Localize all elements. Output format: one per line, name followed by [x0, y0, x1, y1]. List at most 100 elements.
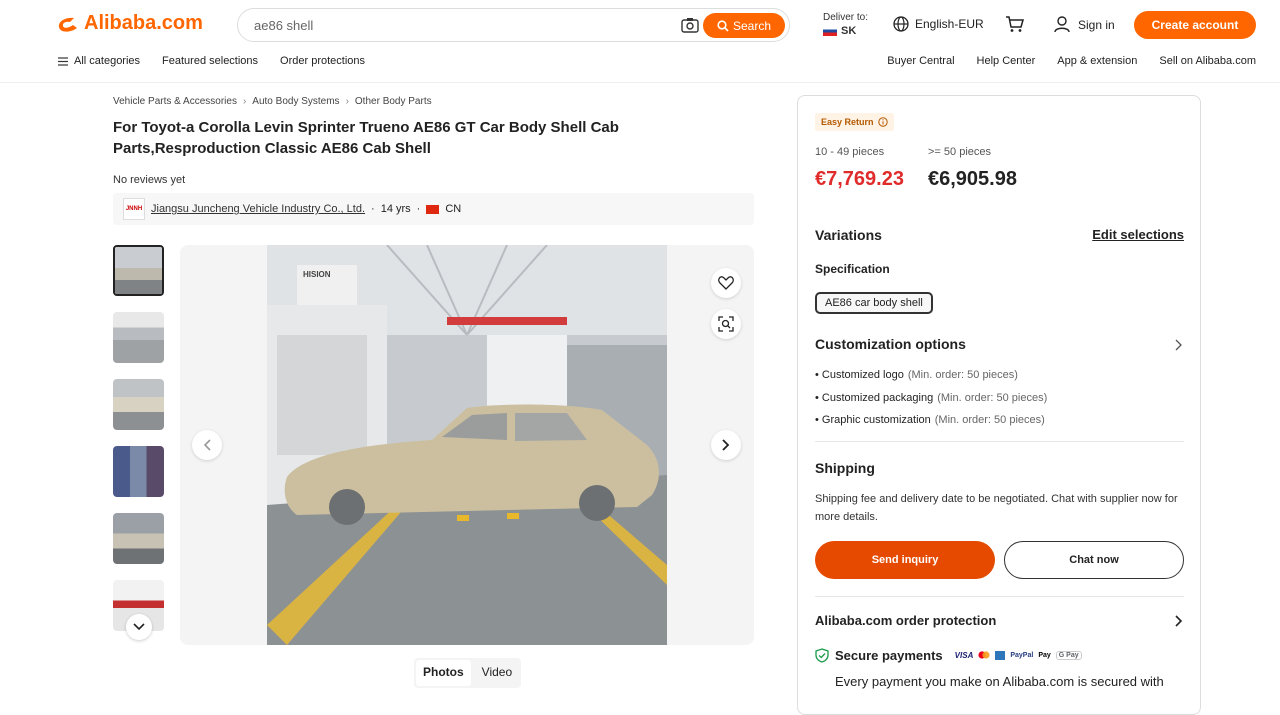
visual-search-button[interactable] [711, 309, 741, 339]
logo-text: Alibaba.com [84, 12, 203, 34]
order-protection-title[interactable]: Alibaba.com order protection [815, 613, 996, 628]
search-bar[interactable]: Search [237, 8, 790, 42]
customization-list: • Customized logo (Min. order: 50 pieces)… [815, 364, 1047, 432]
next-image-button[interactable] [711, 430, 741, 460]
specification-option[interactable]: AE86 car body shell [815, 292, 933, 314]
globe-icon [893, 16, 909, 32]
nav-help-center[interactable]: Help Center [977, 55, 1036, 67]
list-item: • Customized packaging (Min. order: 50 pi… [815, 391, 1048, 404]
purchase-panel: Easy Return 10 - 49 pieces €7,769.23 >= … [797, 95, 1201, 715]
supplier-logo: JNNH [123, 198, 145, 220]
tab-photos[interactable]: Photos [416, 660, 471, 686]
customization-name: Customized logo [821, 369, 904, 381]
price-tier-range: 10 - 49 pieces [815, 146, 885, 158]
nav-order-protections[interactable]: Order protections [280, 55, 365, 67]
photo-brand-text: HISION [303, 270, 331, 279]
search-button-label: Search [732, 18, 772, 33]
camera-icon[interactable] [681, 17, 699, 33]
shield-check-icon [815, 648, 829, 663]
breadcrumb-item[interactable]: Other Body Parts [355, 96, 432, 107]
price-tier-value: €6,905.98 [928, 168, 1017, 190]
secure-payments-row: Secure payments VISA PayPal Pay G Pay [815, 648, 1082, 663]
easy-return-badge[interactable]: Easy Return [815, 113, 894, 131]
customization-min: (Min. order: 50 pieces) [937, 391, 1048, 404]
send-inquiry-button[interactable]: Send inquiry [815, 541, 995, 579]
thumbnail-image[interactable] [113, 446, 164, 497]
language-selector[interactable]: English-EUR [893, 16, 984, 32]
chevron-right-icon [722, 439, 730, 451]
thumbnails-scroll-down-button[interactable] [126, 614, 152, 640]
cart-icon[interactable] [1005, 15, 1025, 33]
chevron-left-icon [203, 439, 211, 451]
image-search-icon [718, 316, 734, 332]
category-nav: All categories Featured selections Order… [0, 50, 1280, 83]
search-icon [717, 19, 729, 32]
media-tabs: Photos Video [414, 658, 522, 688]
price-tier-range: >= 50 pieces [928, 146, 991, 158]
thumbnail-strip [113, 245, 165, 647]
edit-selections-link[interactable]: Edit selections [1092, 227, 1184, 242]
search-input[interactable] [254, 17, 674, 33]
china-flag-icon [426, 204, 440, 214]
payment-logos: VISA PayPal Pay G Pay [954, 650, 1082, 661]
nav-featured-selections[interactable]: Featured selections [162, 55, 258, 67]
all-categories-menu[interactable]: All categories [58, 55, 140, 67]
chevron-right-icon: › [242, 96, 247, 107]
alibaba-logo[interactable]: Alibaba.com [56, 12, 203, 35]
list-item: • Customized logo (Min. order: 50 pieces) [815, 369, 1018, 381]
specification-label: Specification [815, 262, 890, 276]
thumbnail-image[interactable] [113, 245, 164, 296]
sign-in-link[interactable]: Sign in [1054, 16, 1115, 33]
tab-video[interactable]: Video [473, 658, 521, 688]
heart-icon [718, 276, 734, 290]
breadcrumb-item[interactable]: Auto Body Systems [252, 96, 339, 107]
alibaba-logo-icon [58, 17, 77, 32]
chevron-right-icon[interactable] [1175, 339, 1183, 351]
main-product-photo[interactable]: HISION [267, 245, 667, 645]
customization-name: Customized packaging [821, 391, 934, 404]
chat-now-button[interactable]: Chat now [1004, 541, 1184, 579]
visa-icon: VISA [954, 651, 974, 660]
google-pay-icon: G Pay [1055, 651, 1082, 660]
chevron-right-icon[interactable] [1175, 615, 1183, 627]
factory-car-shell-image: HISION [267, 245, 667, 645]
secure-payments-text: Every payment you make on Alibaba.com is… [835, 674, 1164, 689]
thumbnail-image[interactable] [113, 379, 164, 430]
info-icon [877, 117, 888, 127]
price-tier-value: €7,769.23 [815, 168, 904, 190]
supplier-name-link[interactable]: Jiangsu Juncheng Vehicle Industry Co., L… [151, 203, 365, 215]
breadcrumb: Vehicle Parts & Accessories › Auto Body … [113, 96, 432, 107]
chevron-right-icon: › [345, 96, 349, 107]
customization-min: (Min. order: 50 pieces) [907, 369, 1018, 381]
thumbnail-image[interactable] [113, 312, 164, 363]
secure-payments-label: Secure payments [835, 648, 943, 663]
customization-name: Graphic customization [821, 414, 931, 426]
thumbnail-image[interactable] [113, 513, 164, 564]
deliver-to[interactable]: Deliver to: SK [823, 11, 868, 38]
variations-title: Variations [815, 227, 882, 243]
deliver-label: Deliver to: [823, 12, 869, 23]
nav-app-extension[interactable]: App & extension [1057, 55, 1137, 67]
top-header: Alibaba.com Search Deliver to: SK Englis… [0, 0, 1280, 50]
customization-title[interactable]: Customization options [815, 336, 966, 352]
product-title: For Toyot-a Corolla Levin Sprinter Truen… [113, 119, 619, 157]
nav-sell-on-alibaba[interactable]: Sell on Alibaba.com [1159, 55, 1256, 67]
nav-buyer-central[interactable]: Buyer Central [887, 55, 954, 67]
slovakia-flag-icon [823, 26, 837, 37]
breadcrumb-item[interactable]: Vehicle Parts & Accessories [113, 96, 237, 107]
create-account-button[interactable]: Create account [1134, 11, 1256, 39]
list-item: • Graphic customization (Min. order: 50 p… [815, 414, 1045, 426]
menu-icon [58, 56, 68, 66]
previous-image-button[interactable] [192, 430, 222, 460]
divider [815, 441, 1184, 442]
reviews-status: No reviews yet [113, 174, 186, 186]
customization-min: (Min. order: 50 pieces) [934, 414, 1045, 426]
chevron-down-icon [133, 623, 145, 631]
paypal-icon: PayPal [1010, 652, 1034, 659]
mastercard-icon [978, 650, 990, 661]
apple-pay-icon: Pay [1038, 652, 1051, 659]
favorite-button[interactable] [711, 268, 741, 298]
easy-return-label: Easy Return [821, 117, 874, 127]
search-button[interactable]: Search [703, 13, 785, 38]
sign-in-label: Sign in [1078, 17, 1115, 32]
